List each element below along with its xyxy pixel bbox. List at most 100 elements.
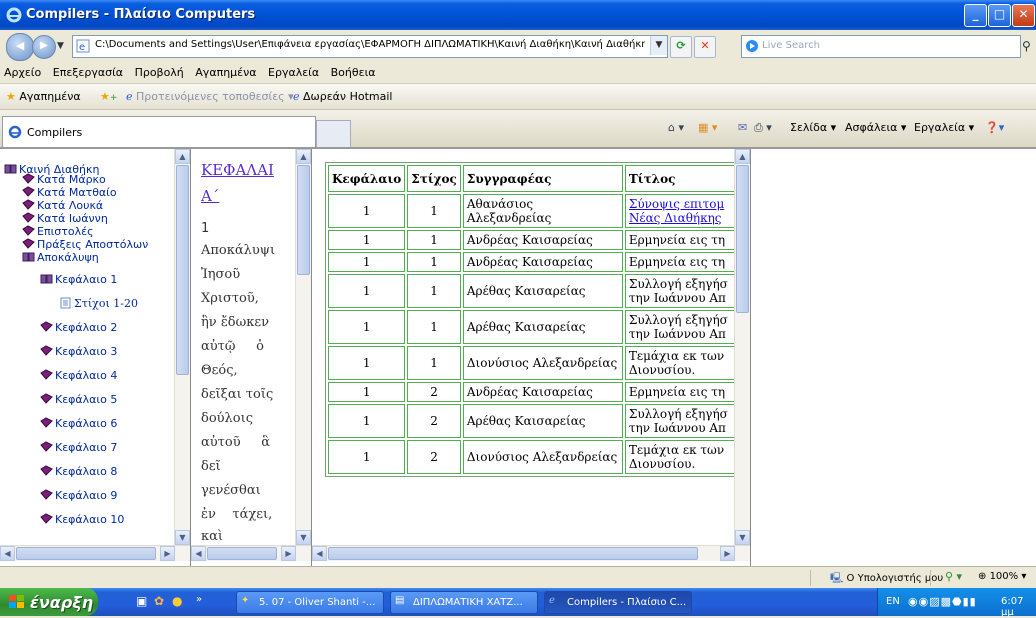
- tree-chapter-1[interactable]: Κεφάλαιο 1: [40, 273, 117, 286]
- close-button[interactable]: ✕: [1012, 4, 1035, 27]
- menu-tools[interactable]: Εργαλεία: [264, 62, 323, 79]
- safety-menu[interactable]: Ασφάλεια ▾: [845, 121, 906, 134]
- table-horizontal-scrollbar[interactable]: ◀ ▶: [312, 545, 750, 561]
- media-player-icon[interactable]: ✿: [154, 594, 170, 610]
- home-icon[interactable]: ⌂ ▾: [668, 121, 684, 134]
- print-icon[interactable]: ⎙ ▾: [754, 121, 772, 135]
- refresh-icon[interactable]: ⟳: [670, 36, 692, 58]
- tree-book-luke[interactable]: Κατά Λουκά: [22, 199, 103, 212]
- add-favorite-icon[interactable]: ★+: [100, 90, 117, 103]
- search-icon[interactable]: ⚲: [1022, 39, 1031, 53]
- scroll-thumb[interactable]: [328, 547, 698, 560]
- scroll-left-icon[interactable]: ◀: [0, 546, 15, 561]
- scroll-down-icon[interactable]: ▼: [735, 530, 750, 545]
- scroll-down-icon[interactable]: ▼: [175, 530, 190, 545]
- scroll-right-icon[interactable]: ▶: [160, 546, 175, 561]
- favorites-button[interactable]: ★ Αγαπημένα: [6, 90, 81, 103]
- cell-author: Διονύσιος Αλεξανδρείας: [462, 440, 623, 474]
- scroll-up-icon[interactable]: ▲: [175, 149, 190, 164]
- search-field[interactable]: Live Search: [741, 35, 1021, 58]
- menu-favorites[interactable]: Αγαπημένα: [191, 62, 260, 79]
- table-row: 1 2 Ανδρέας Καισαρείας Ερμηνεία εις τη: [328, 382, 737, 402]
- tools-menu[interactable]: Εργαλεία ▾: [914, 121, 974, 134]
- scroll-thumb[interactable]: [297, 165, 310, 275]
- table-row: 1 1 Διονύσιος Αλεξανδρείας Τεμάχια εκ των Δ…: [328, 346, 737, 380]
- scroll-thumb[interactable]: [176, 165, 189, 375]
- tree-chapter-6[interactable]: Κεφάλαιο 6: [40, 417, 117, 430]
- tree-chapter-2[interactable]: Κεφάλαιο 2: [40, 321, 117, 334]
- forward-button[interactable]: ▶: [32, 35, 56, 59]
- cell-verse: 1: [407, 230, 461, 250]
- open-book-icon: [40, 274, 53, 284]
- menu-file[interactable]: Αρχείο: [0, 62, 45, 79]
- task-music-player[interactable]: ✦ 5. 07 - Oliver Shanti -...: [236, 591, 384, 614]
- scroll-up-icon[interactable]: ▲: [735, 149, 750, 164]
- chapter-heading[interactable]: ΚΕΦΑΛΑΙ: [201, 161, 274, 179]
- cell-title[interactable]: Σύνοψις επιτομ Νέας Διαθήκης: [624, 194, 737, 228]
- address-field[interactable]: e C:\Documents and Settings\User\Επιφάνε…: [72, 35, 668, 58]
- protected-mode-icon[interactable]: ⚲ ▾: [945, 570, 962, 583]
- tree-chapter-10[interactable]: Κεφάλαιο 10: [40, 513, 124, 526]
- scroll-right-icon[interactable]: ▶: [281, 546, 296, 561]
- tree-book-matthew[interactable]: Κατά Ματθαίο: [22, 186, 117, 199]
- task-compilers[interactable]: ℯ Compilers - Πλαίσιο C...: [544, 591, 692, 614]
- tree-book-epistles[interactable]: Επιστολές: [22, 225, 94, 238]
- tree-chapter-8[interactable]: Κεφάλαιο 8: [40, 465, 117, 478]
- new-tab-button[interactable]: [316, 120, 351, 147]
- tree-horizontal-scrollbar[interactable]: ◀ ▶: [0, 545, 190, 561]
- read-mail-icon[interactable]: ✉: [738, 121, 747, 134]
- zoom-control[interactable]: ⊕ 100% ▾: [978, 571, 1026, 582]
- scroll-up-icon[interactable]: ▲: [296, 149, 311, 164]
- scroll-thumb[interactable]: [16, 547, 156, 560]
- tree-chapter-4[interactable]: Κεφάλαιο 4: [40, 369, 117, 382]
- tree-vertical-scrollbar[interactable]: ▲ ▼: [174, 149, 190, 545]
- ie-page-icon: ℯ: [126, 90, 133, 103]
- show-desktop-icon[interactable]: ▣: [136, 594, 152, 610]
- tray-icons[interactable]: ◉◉▨▩⬣▮▮: [908, 595, 977, 608]
- tree-verses-1-20[interactable]: Στίχοι 1-20: [60, 297, 138, 310]
- chapter-heading-letter[interactable]: Α΄: [201, 187, 219, 205]
- title-bar[interactable]: Compilers - Πλαίσιο Computers _ □ ✕: [0, 0, 1036, 30]
- back-button[interactable]: ◀: [6, 33, 34, 61]
- page-menu[interactable]: Σελίδα ▾: [790, 121, 836, 134]
- scroll-left-icon[interactable]: ◀: [312, 546, 327, 561]
- tree-chapter-5[interactable]: Κεφάλαιο 5: [40, 393, 117, 406]
- language-indicator[interactable]: EN: [886, 596, 900, 607]
- tree-chapter-7[interactable]: Κεφάλαιο 7: [40, 441, 117, 454]
- feeds-icon[interactable]: ▦ ▾: [698, 121, 717, 134]
- hotmail-link[interactable]: ℯ Δωρεάν Hotmail: [293, 90, 392, 103]
- quicklaunch-expand-icon[interactable]: »: [196, 594, 212, 610]
- cell-chapter: 1: [328, 310, 406, 344]
- menu-edit[interactable]: Επεξεργασία: [49, 62, 127, 79]
- help-icon[interactable]: ❓▾: [985, 121, 1004, 134]
- tree-book-john[interactable]: Κατά Ιωάννη: [22, 212, 108, 225]
- start-button[interactable]: έναρξη: [0, 588, 98, 616]
- text-horizontal-scrollbar[interactable]: ◀ ▶: [191, 545, 311, 561]
- address-dropdown-icon[interactable]: ▼: [650, 36, 667, 55]
- table-vertical-scrollbar[interactable]: ▲ ▼: [734, 149, 750, 545]
- gem-icon: [22, 199, 35, 210]
- tree-book-acts[interactable]: Πράξεις Αποστόλων: [22, 238, 148, 251]
- table-row: 1 2 Αρέθας Καισαρείας Συλλογή εξηγήσ την Ιω…: [328, 404, 737, 438]
- scroll-down-icon[interactable]: ▼: [296, 530, 311, 545]
- stop-icon[interactable]: ✕: [694, 36, 716, 58]
- tree-chapter-9[interactable]: Κεφάλαιο 9: [40, 489, 117, 502]
- scroll-left-icon[interactable]: ◀: [191, 546, 206, 561]
- maximize-button[interactable]: □: [988, 4, 1011, 27]
- scroll-right-icon[interactable]: ▶: [720, 546, 735, 561]
- task-word-document[interactable]: ▤ ΔΙΠΛΩΜΑΤΙΚΗ ΧΑΤΖ...: [390, 591, 538, 614]
- history-dropdown-icon[interactable]: ▼: [57, 41, 64, 51]
- tree-book-mark[interactable]: Κατά Μάρκο: [22, 173, 106, 186]
- menu-view[interactable]: Προβολή: [131, 62, 188, 79]
- scroll-thumb[interactable]: [736, 165, 749, 313]
- text-vertical-scrollbar[interactable]: ▲ ▼: [295, 149, 311, 545]
- scroll-thumb[interactable]: [207, 547, 277, 560]
- tree-book-revelation[interactable]: Αποκάλυψη: [22, 251, 99, 264]
- tree-chapter-3[interactable]: Κεφάλαιο 3: [40, 345, 117, 358]
- minimize-button[interactable]: _: [964, 4, 987, 27]
- menu-help[interactable]: Βοήθεια: [327, 62, 380, 79]
- cell-verse: 1: [407, 346, 461, 380]
- browser-quicklaunch-icon[interactable]: ●: [172, 594, 188, 610]
- suggested-sites-link[interactable]: ℯ Προτεινόμενες τοποθεσίες ▾: [126, 90, 294, 103]
- tab-compilers[interactable]: Compilers: [2, 116, 316, 147]
